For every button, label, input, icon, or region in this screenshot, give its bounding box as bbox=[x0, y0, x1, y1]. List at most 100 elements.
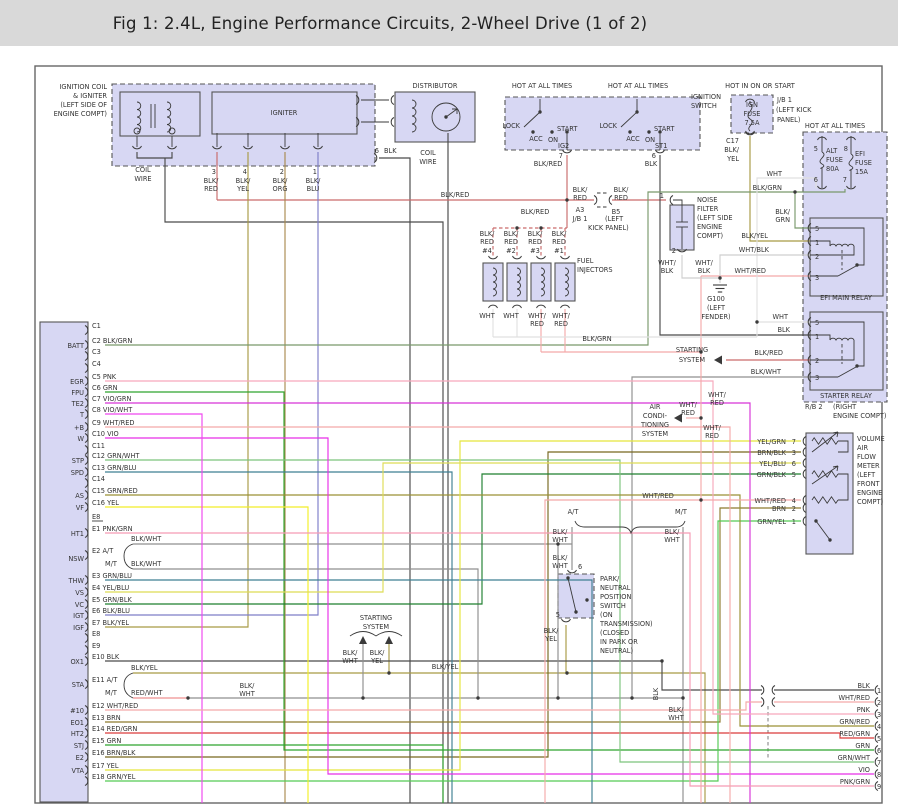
wire-blkyel bbox=[105, 152, 249, 628]
diagram-label: BLK bbox=[661, 267, 674, 275]
diagram-label: FRONT bbox=[857, 480, 880, 488]
diagram-label: WHT/ bbox=[552, 312, 571, 320]
direction-arrow bbox=[359, 636, 367, 644]
diagram-label: STJ bbox=[74, 742, 84, 750]
diagram-label: YEL bbox=[236, 185, 249, 193]
diagram-label: C1 bbox=[92, 322, 101, 330]
diagram-label: RED bbox=[705, 432, 719, 440]
diagram-label: GRN/YEL bbox=[757, 518, 786, 526]
diagram-label: WHT/ bbox=[703, 424, 722, 432]
diagram-label: 4 bbox=[792, 497, 796, 505]
diagram-label: LOCK bbox=[599, 122, 617, 130]
diagram-label: BLK/ bbox=[724, 146, 740, 154]
diagram-label: E16 BRN/BLK bbox=[92, 749, 136, 757]
junction-dot bbox=[574, 610, 578, 614]
wire-pnkgrn bbox=[105, 532, 874, 787]
diagram-label: BLK/RED bbox=[534, 160, 563, 168]
diagram-label: +B bbox=[74, 424, 85, 432]
diagram-label: FUEL bbox=[577, 257, 594, 265]
diagram-label: & IGNITER bbox=[73, 92, 107, 100]
diagram-label: SYSTEM bbox=[642, 430, 669, 438]
diagram-label: SYSTEM bbox=[679, 356, 706, 364]
diagram-label: RED bbox=[480, 238, 494, 246]
diagram-label: BLK/GRN bbox=[753, 184, 782, 192]
diagram-label: WHT/ bbox=[658, 259, 677, 267]
diagram-label: COIL bbox=[135, 166, 151, 174]
diagram-label: DISTRIBUTOR bbox=[413, 82, 458, 90]
diagram-label: 9 bbox=[877, 783, 881, 791]
diagram-label: E15 GRN bbox=[92, 737, 121, 745]
diagram-label: BLK/YEL bbox=[741, 232, 768, 240]
diagram-label: 2 bbox=[877, 699, 881, 707]
diagram-label: (ON bbox=[600, 611, 613, 619]
diagram-label: 3 bbox=[815, 374, 819, 382]
wire-yel bbox=[105, 506, 309, 803]
diagram-label: TIONING bbox=[640, 421, 669, 429]
pin-arc bbox=[390, 95, 395, 105]
diagram-label: #4 bbox=[482, 247, 492, 255]
junction-dot bbox=[699, 498, 703, 502]
diagram-label: IGT bbox=[73, 612, 85, 620]
wire-blk bbox=[164, 158, 444, 803]
diagram-label: BLK/WHT bbox=[131, 535, 162, 543]
diagram-label: WHT bbox=[766, 170, 782, 178]
wire-grnwht bbox=[105, 459, 874, 763]
diagram-label: TE2 bbox=[71, 400, 84, 408]
diagram-label: IGF bbox=[73, 624, 84, 632]
diagram-label: GRN bbox=[855, 742, 870, 750]
diagram-label: 3 bbox=[212, 168, 216, 176]
diagram-label: BLK/ bbox=[204, 177, 220, 185]
diagram-label: WHT/ bbox=[679, 401, 698, 409]
junction-dot bbox=[699, 416, 703, 420]
diagram-label: FUSE bbox=[855, 159, 872, 167]
diagram-label: J/B 1 bbox=[572, 215, 588, 223]
junction-dot bbox=[550, 130, 554, 134]
diagram-label: BLK/RED bbox=[754, 349, 783, 357]
diagram-label: (LEFT bbox=[707, 304, 726, 312]
diagram-label: BLK/ bbox=[343, 649, 359, 657]
diagram-label: LOCK bbox=[502, 122, 520, 130]
diagram-label: E4 YEL/BLU bbox=[92, 584, 129, 592]
diagram-label: E17 YEL bbox=[92, 762, 119, 770]
diagram-label: METER bbox=[857, 462, 880, 470]
diagram-label: WHT/BLK bbox=[739, 246, 770, 254]
junction-dot bbox=[361, 696, 365, 700]
pin-arc bbox=[512, 255, 522, 260]
diagram-label: WIRE bbox=[134, 175, 151, 183]
diagram-label: 5 bbox=[877, 735, 881, 743]
diagram-label: BLK/ bbox=[504, 230, 520, 238]
diagram-label: A3 bbox=[576, 206, 585, 214]
wire-grnyel bbox=[105, 520, 801, 782]
junction-dot bbox=[660, 659, 664, 663]
pin-arc bbox=[567, 569, 577, 574]
diagram-label: WHT bbox=[664, 536, 680, 544]
diagram-label: BLK/ bbox=[480, 230, 496, 238]
diagram-label: BLK bbox=[698, 267, 711, 275]
diagram-label: IN PARK OR bbox=[600, 638, 638, 646]
diagram-label: BLK/ bbox=[669, 706, 685, 714]
diagram-label: RED bbox=[528, 238, 542, 246]
diagram-label: RED bbox=[504, 238, 518, 246]
diagram-label: 4 bbox=[877, 723, 881, 731]
diagram-label: (CLOSED bbox=[600, 629, 629, 637]
pin-arc bbox=[512, 304, 522, 309]
wire-vio bbox=[105, 437, 874, 775]
pin-arc bbox=[488, 304, 498, 309]
diagram-label: 1 bbox=[313, 168, 317, 176]
diagram-label: E6 BLK/BLU bbox=[92, 607, 130, 615]
diagram-label: VS bbox=[75, 589, 84, 597]
diagram-label: WHT bbox=[772, 313, 788, 321]
diagram-label: 2 bbox=[815, 253, 819, 261]
diagram-label: IG2 bbox=[558, 142, 569, 150]
diagram-label: INJECTORS bbox=[577, 266, 613, 274]
diagram-label: WHT bbox=[503, 312, 519, 320]
diagram-label: RED bbox=[530, 320, 544, 328]
diagram-label: BLK/ bbox=[273, 177, 289, 185]
junction-dot bbox=[186, 696, 190, 700]
diagram-label: COMPT) bbox=[857, 498, 883, 506]
diagram-label: E18 GRN/YEL bbox=[92, 773, 136, 781]
diagram-label: YEL bbox=[370, 657, 383, 665]
diagram-label: 4 bbox=[243, 168, 247, 176]
pin-arc bbox=[390, 117, 395, 127]
diagram-label: R/B 2 bbox=[805, 403, 823, 411]
